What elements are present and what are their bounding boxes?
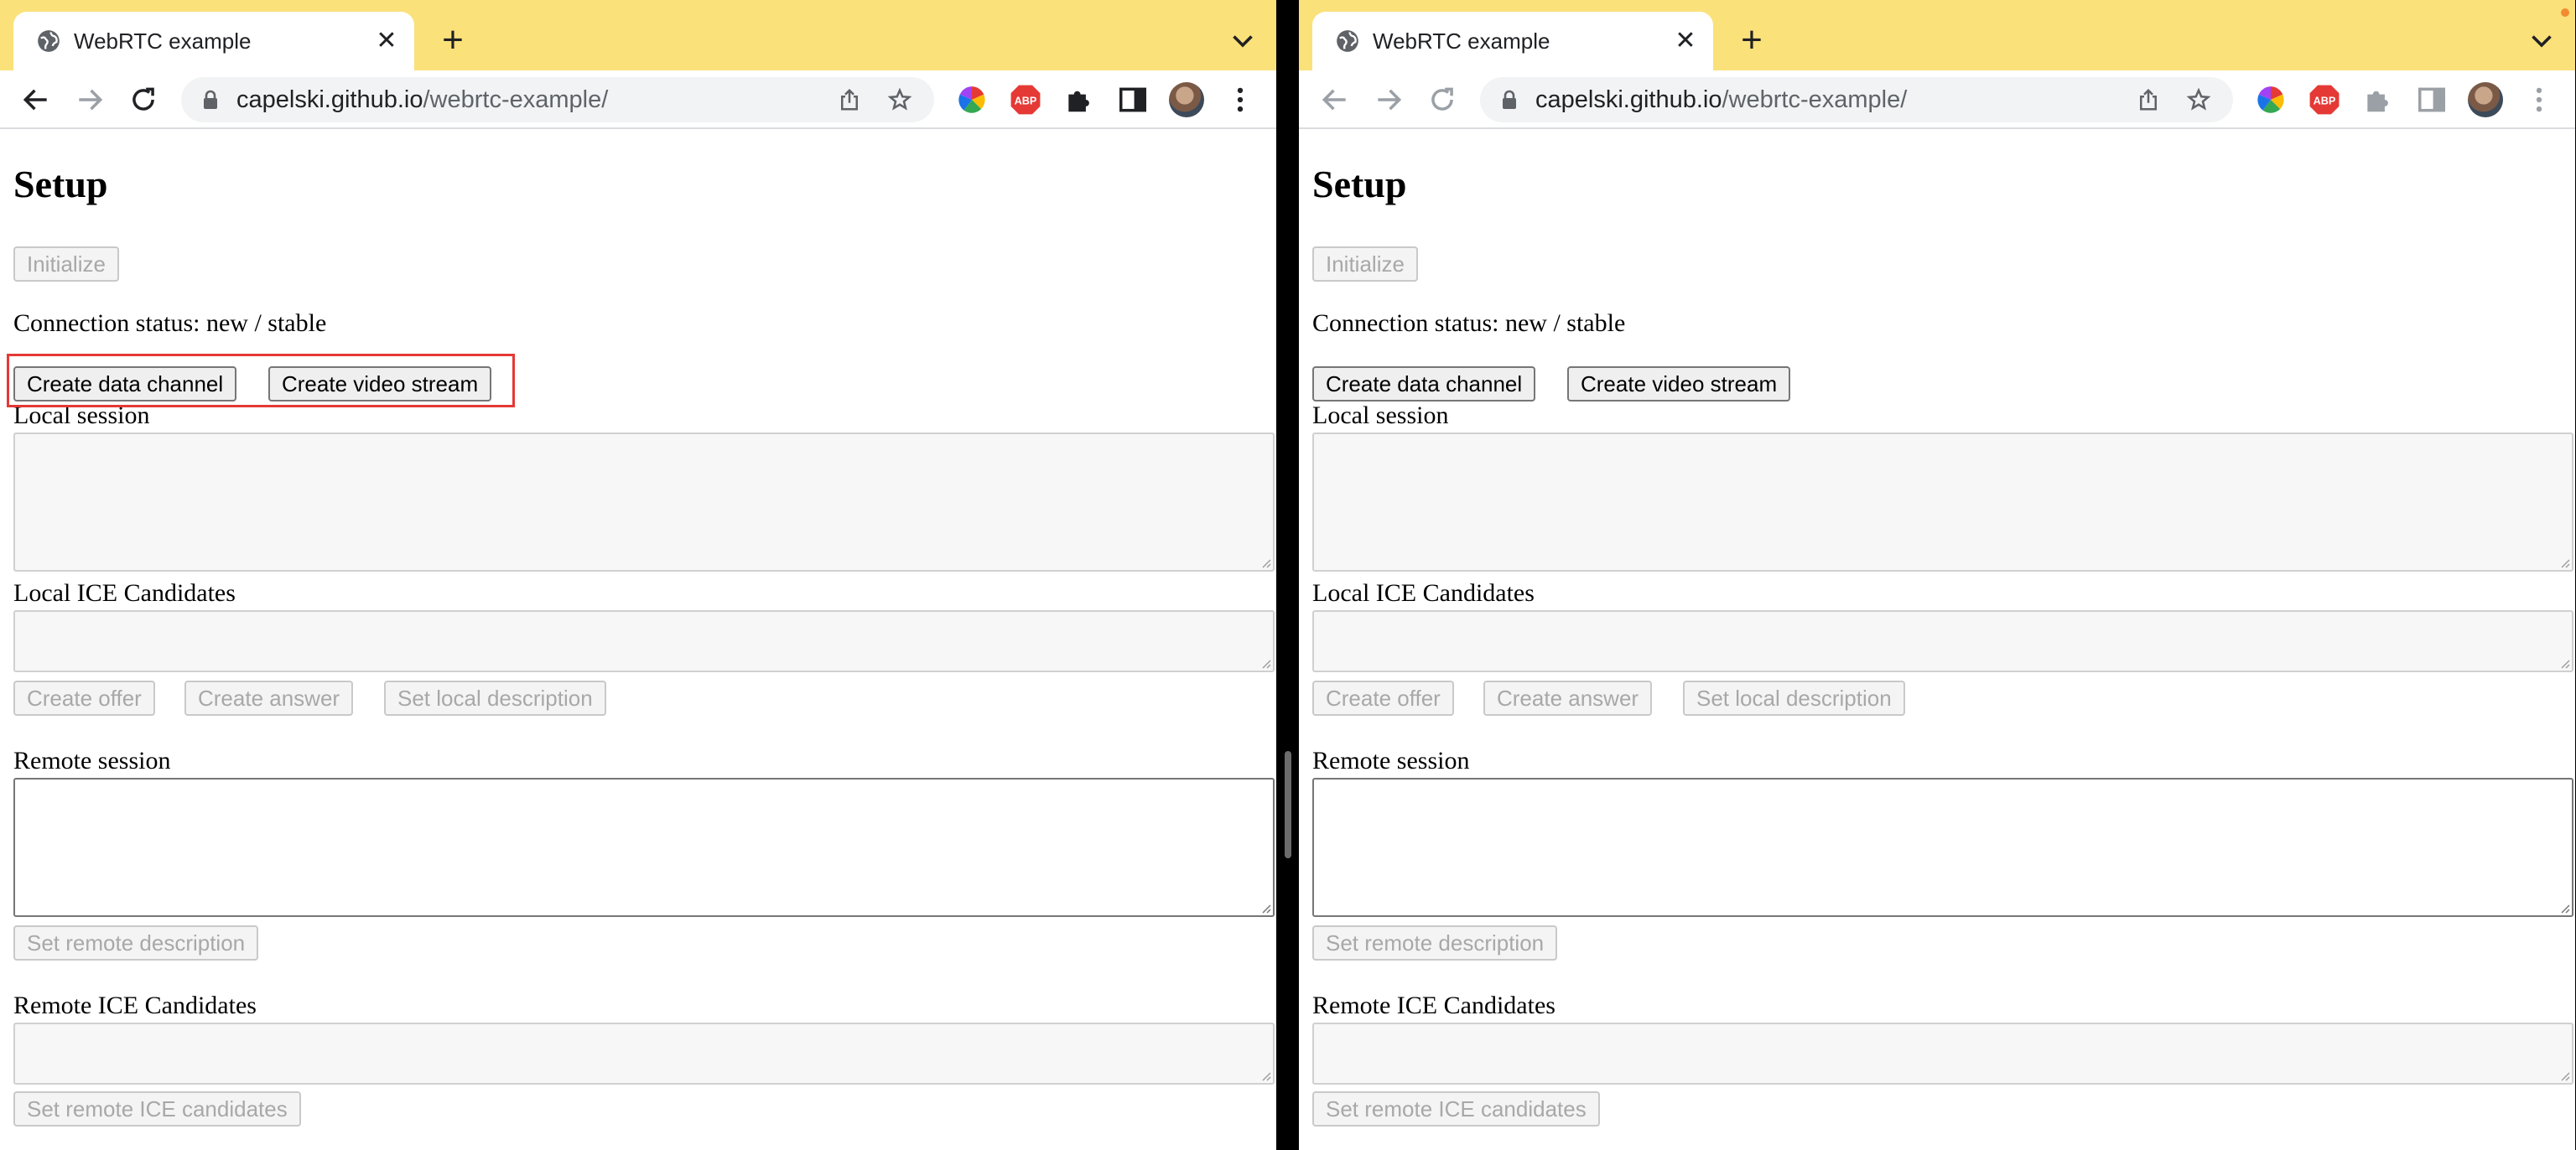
avatar[interactable]	[1169, 82, 1204, 117]
tab-strip: WebRTC example ✕ +	[0, 0, 1276, 70]
remote-ice-label: Remote ICE Candidates	[1312, 992, 1555, 1019]
browser-toolbar: capelski.github.io/webrtc-example/ ABP	[0, 70, 1276, 129]
set-remote-ice-button[interactable]: Set remote ICE candidates	[13, 1091, 301, 1127]
tab-title: WebRTC example	[1373, 28, 1550, 54]
browser-tab[interactable]: WebRTC example ✕	[1312, 12, 1713, 70]
close-icon[interactable]: ✕	[374, 28, 399, 54]
color-wheel-extension-icon[interactable]	[956, 84, 988, 116]
url-text[interactable]: capelski.github.io/webrtc-example/	[236, 87, 608, 112]
remote-session-textarea[interactable]	[1312, 778, 2573, 917]
browser-toolbar: capelski.github.io/webrtc-example/ ABP	[1299, 70, 2575, 129]
globe-icon	[1337, 30, 1358, 52]
url-host: capelski.github.io	[1535, 86, 1722, 113]
star-icon[interactable]	[2186, 87, 2211, 112]
lock-icon[interactable]	[201, 90, 220, 110]
remote-ice-textarea[interactable]	[13, 1023, 1275, 1085]
page-content: Setup Initialize Connection status: new …	[0, 129, 1276, 1150]
browser-tab[interactable]: WebRTC example ✕	[13, 12, 414, 70]
split-divider[interactable]	[1276, 0, 1299, 1150]
forward-icon[interactable]	[1373, 84, 1405, 116]
resize-grip-icon[interactable]	[2558, 557, 2570, 568]
svg-text:ABP: ABP	[2314, 96, 2336, 107]
close-icon[interactable]: ✕	[1673, 28, 1698, 54]
local-ice-textarea[interactable]	[13, 610, 1275, 672]
adblock-plus-icon[interactable]: ABP	[2309, 84, 2340, 116]
plus-icon[interactable]: +	[436, 22, 470, 59]
local-session-textarea[interactable]	[1312, 433, 2573, 572]
set-remote-description-button[interactable]: Set remote description	[1312, 925, 1558, 961]
split-handle[interactable]	[1285, 751, 1291, 858]
plus-icon[interactable]: +	[1735, 22, 1768, 59]
create-offer-button[interactable]: Create offer	[13, 681, 155, 716]
url-path: /webrtc-example/	[423, 86, 609, 113]
create-data-channel-button[interactable]: Create data channel	[1312, 366, 1536, 401]
url-host: capelski.github.io	[236, 86, 423, 113]
resize-grip-icon[interactable]	[1259, 902, 1271, 914]
page-content: Setup Initialize Connection status: new …	[1299, 129, 2575, 1150]
remote-session-textarea[interactable]	[13, 778, 1275, 917]
reload-icon[interactable]	[127, 84, 159, 116]
set-local-description-button[interactable]: Set local description	[384, 681, 606, 716]
create-video-stream-button[interactable]: Create video stream	[1567, 366, 1791, 401]
initialize-button[interactable]: Initialize	[13, 246, 119, 282]
page-title: Setup	[13, 163, 108, 205]
side-panel-icon[interactable]	[2416, 84, 2448, 116]
create-answer-button[interactable]: Create answer	[1483, 681, 1653, 716]
create-answer-button[interactable]: Create answer	[184, 681, 354, 716]
resize-grip-icon[interactable]	[2558, 902, 2570, 914]
star-icon[interactable]	[887, 87, 912, 112]
local-ice-label: Local ICE Candidates	[1312, 579, 1535, 607]
chevron-down-icon[interactable]	[1228, 25, 1258, 55]
tab-strip: WebRTC example ✕ +	[1299, 0, 2575, 70]
url-path: /webrtc-example/	[1722, 86, 1908, 113]
avatar[interactable]	[2468, 82, 2503, 117]
remote-ice-label: Remote ICE Candidates	[13, 992, 257, 1019]
side-panel-icon[interactable]	[1117, 84, 1149, 116]
connection-status: Connection status: new / stable	[13, 309, 327, 337]
remote-session-label: Remote session	[13, 747, 171, 774]
url-text[interactable]: capelski.github.io/webrtc-example/	[1535, 87, 1907, 112]
puzzle-icon[interactable]	[1063, 84, 1095, 116]
kebab-menu-icon[interactable]	[2523, 84, 2555, 116]
remote-ice-textarea[interactable]	[1312, 1023, 2573, 1085]
local-ice-label: Local ICE Candidates	[13, 579, 236, 607]
set-remote-description-button[interactable]: Set remote description	[13, 925, 259, 961]
lock-icon[interactable]	[1500, 90, 1519, 110]
resize-grip-icon[interactable]	[2558, 657, 2570, 669]
notification-dot	[2561, 8, 2569, 17]
resize-grip-icon[interactable]	[1259, 1070, 1271, 1081]
local-session-textarea[interactable]	[13, 433, 1275, 572]
set-local-description-button[interactable]: Set local description	[1683, 681, 1905, 716]
chevron-down-icon[interactable]	[2527, 25, 2557, 55]
share-icon[interactable]	[837, 87, 862, 112]
svg-text:ABP: ABP	[1015, 96, 1037, 107]
resize-grip-icon[interactable]	[1259, 557, 1271, 568]
globe-icon	[38, 30, 60, 52]
connection-status: Connection status: new / stable	[1312, 309, 1626, 337]
tab-title: WebRTC example	[74, 28, 252, 54]
resize-grip-icon[interactable]	[1259, 657, 1271, 669]
back-icon[interactable]	[1319, 84, 1351, 116]
resize-grip-icon[interactable]	[2558, 1070, 2570, 1081]
color-wheel-extension-icon[interactable]	[2255, 84, 2287, 116]
kebab-menu-icon[interactable]	[1224, 84, 1256, 116]
back-icon[interactable]	[20, 84, 52, 116]
share-icon[interactable]	[2136, 87, 2161, 112]
remote-session-label: Remote session	[1312, 747, 1470, 774]
forward-icon[interactable]	[74, 84, 106, 116]
local-ice-textarea[interactable]	[1312, 610, 2573, 672]
local-session-label: Local session	[1312, 401, 1449, 429]
address-bar[interactable]: capelski.github.io/webrtc-example/	[181, 77, 934, 122]
address-bar[interactable]: capelski.github.io/webrtc-example/	[1480, 77, 2233, 122]
create-offer-button[interactable]: Create offer	[1312, 681, 1454, 716]
set-remote-ice-button[interactable]: Set remote ICE candidates	[1312, 1091, 1600, 1127]
initialize-button[interactable]: Initialize	[1312, 246, 1418, 282]
puzzle-icon[interactable]	[2362, 84, 2394, 116]
browser-window-right: WebRTC example ✕ + capelski.github.io/we…	[1299, 0, 2575, 1150]
page-title: Setup	[1312, 163, 1407, 205]
highlight-box	[7, 354, 515, 407]
adblock-plus-icon[interactable]: ABP	[1010, 84, 1041, 116]
browser-window-left: WebRTC example ✕ + capelski.github.io/we…	[0, 0, 1276, 1150]
reload-icon[interactable]	[1426, 84, 1458, 116]
